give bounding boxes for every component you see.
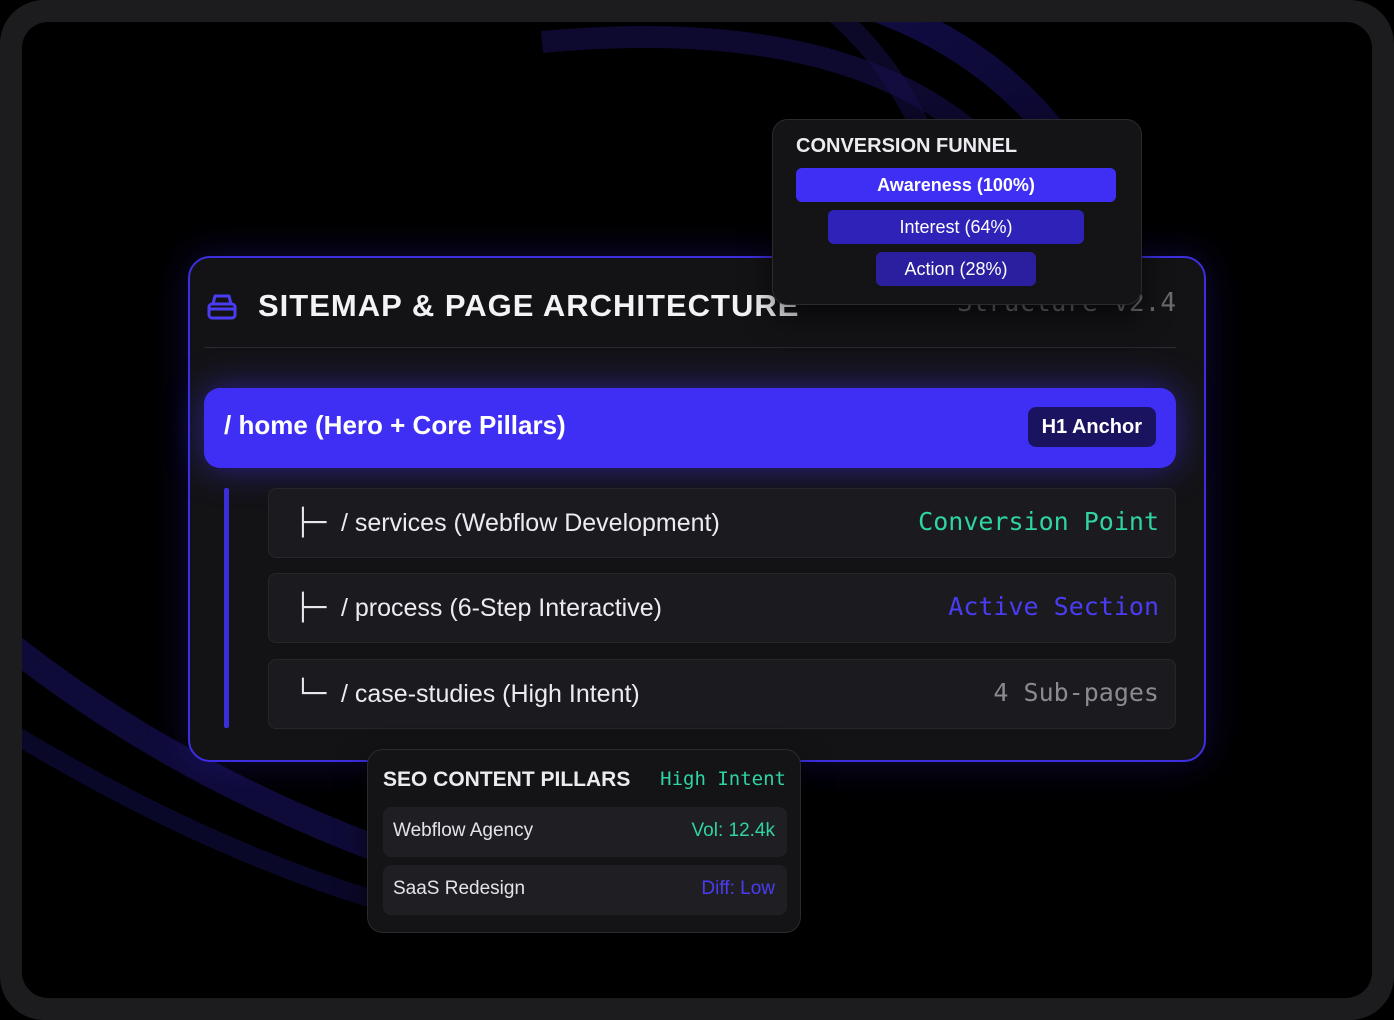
seo-pillars-card: SEO CONTENT PILLARS High Intent Webflow … (367, 749, 801, 933)
page-node-label: / process (6-Step Interactive) (341, 594, 662, 622)
stack-icon (207, 294, 237, 320)
seo-metric: Vol: 12.4k (691, 820, 775, 841)
page-node-tag: Conversion Point (918, 507, 1159, 536)
home-page-node[interactable]: / home (Hero + Core Pillars) H1 Anchor (204, 388, 1176, 468)
seo-intent-tag: High Intent (660, 768, 786, 790)
device-frame: SITEMAP & PAGE ARCHITECTURE Structure v2… (0, 0, 1394, 1020)
funnel-stage-action: Action (28%) (876, 252, 1036, 286)
tree-branch-end-icon: └─ (295, 679, 327, 709)
page-node-services[interactable]: ├─ / services (Webflow Development) Conv… (268, 488, 1176, 558)
seo-metric: Diff: Low (701, 878, 775, 899)
page-node-tag: 4 Sub-pages (993, 678, 1159, 707)
funnel-stage-awareness: Awareness (100%) (796, 168, 1116, 202)
screen: SITEMAP & PAGE ARCHITECTURE Structure v2… (22, 22, 1372, 998)
seo-title: SEO CONTENT PILLARS (383, 768, 631, 791)
conversion-funnel-card: CONVERSION FUNNEL Awareness (100%) Inter… (772, 119, 1142, 305)
page-node-process[interactable]: ├─ / process (6-Step Interactive) Active… (268, 573, 1176, 643)
seo-row: Webflow Agency Vol: 12.4k (383, 807, 787, 857)
page-node-label: / case-studies (High Intent) (341, 680, 640, 708)
tree-branch-icon: ├─ (295, 508, 327, 538)
seo-keyword: SaaS Redesign (393, 878, 526, 899)
seo-keyword: Webflow Agency (393, 820, 534, 841)
sitemap-card: SITEMAP & PAGE ARCHITECTURE Structure v2… (188, 256, 1206, 762)
seo-row: SaaS Redesign Diff: Low (383, 865, 787, 915)
funnel-title: CONVERSION FUNNEL (796, 135, 1018, 157)
home-page-label: / home (Hero + Core Pillars) (224, 410, 566, 440)
page-node-tag: Active Section (948, 592, 1159, 621)
tree-connector-line (224, 488, 229, 728)
page-node-label: / services (Webflow Development) (341, 509, 720, 537)
card-title: SITEMAP & PAGE ARCHITECTURE (258, 288, 800, 323)
h1-anchor-badge: H1 Anchor (1027, 407, 1156, 447)
page-node-case-studies[interactable]: └─ / case-studies (High Intent) 4 Sub-pa… (268, 659, 1176, 729)
tree-branch-icon: ├─ (295, 593, 327, 623)
funnel-stage-interest: Interest (64%) (828, 210, 1084, 244)
